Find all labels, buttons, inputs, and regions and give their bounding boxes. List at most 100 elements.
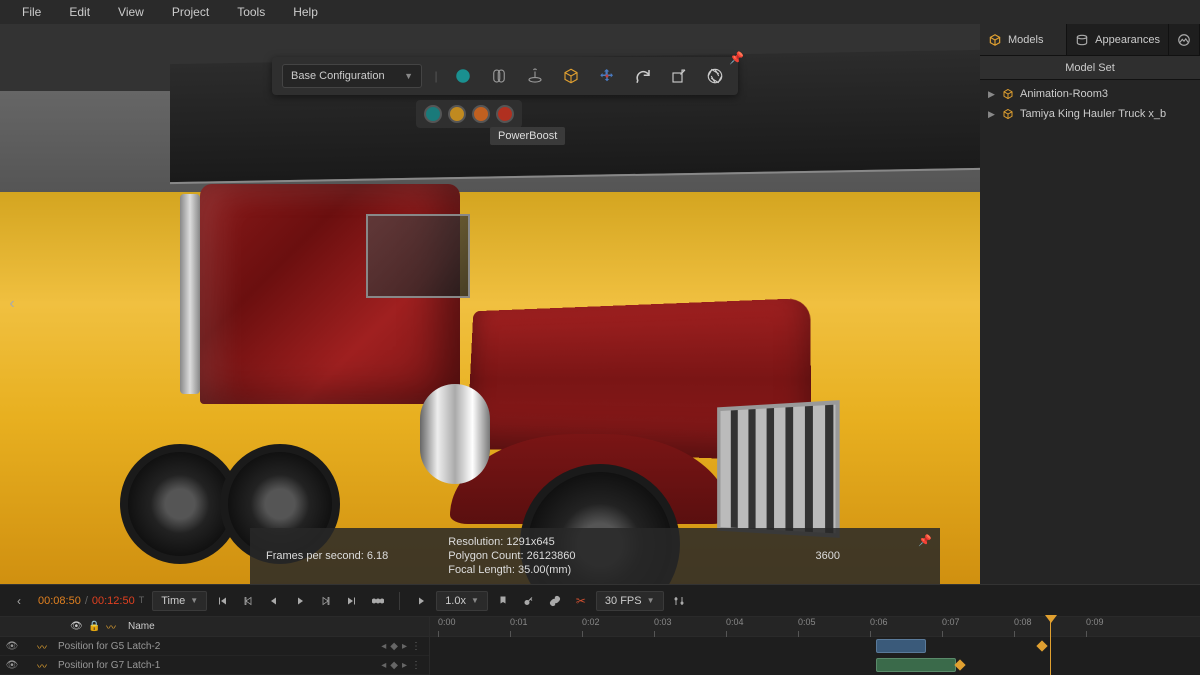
menu-edit[interactable]: Edit bbox=[55, 1, 104, 23]
menu-view[interactable]: View bbox=[104, 1, 158, 23]
track-curve-icon[interactable]: 〰 bbox=[106, 619, 120, 634]
export-tool-icon[interactable] bbox=[666, 63, 692, 89]
link-icon[interactable] bbox=[544, 590, 566, 612]
aperture-tool-icon[interactable] bbox=[702, 63, 728, 89]
prev-frame-icon[interactable] bbox=[237, 590, 259, 612]
stat-focal: Focal Length: 35.00(mm) bbox=[448, 564, 575, 576]
chevron-down-icon: ▼ bbox=[190, 596, 198, 605]
timeline-ruler[interactable]: 0:00 0:01 0:02 0:03 0:04 0:05 0:06 0:07 … bbox=[430, 617, 1200, 637]
track-label: Position for G5 Latch-2 bbox=[54, 641, 381, 652]
timeline-panel: ‹ 00:08:50 / 00:12:50 T Time ▼ 1.0x ▼ ✂ … bbox=[0, 584, 1200, 675]
step-back-icon[interactable] bbox=[263, 590, 285, 612]
brain-tool-icon[interactable] bbox=[486, 63, 512, 89]
tree-item-room[interactable]: ▶ Animation-Room3 bbox=[980, 84, 1200, 104]
menu-help[interactable]: Help bbox=[279, 1, 332, 23]
turntable-tool-icon[interactable] bbox=[522, 63, 548, 89]
cube-icon bbox=[1002, 108, 1014, 120]
keyframe-marker[interactable] bbox=[954, 659, 965, 670]
eye-icon[interactable]: 👁 bbox=[70, 621, 84, 632]
track-menu-icon[interactable]: ⋮ bbox=[411, 641, 421, 652]
config-label: Base Configuration bbox=[291, 70, 385, 82]
keyframe-marker[interactable] bbox=[1036, 640, 1047, 651]
tab-models[interactable]: Models bbox=[980, 24, 1067, 55]
menu-project[interactable]: Project bbox=[158, 1, 223, 23]
timeline-track[interactable]: 👁 〰 Position for G7 Latch-1 ◂ ◆ ▸ ⋮ bbox=[0, 656, 429, 675]
timeline-clip[interactable] bbox=[876, 658, 956, 672]
curve-icon: 〰 bbox=[36, 659, 48, 671]
stat-fps: Frames per second: 6.18 bbox=[266, 550, 388, 562]
stats-pin-icon[interactable]: 📌 bbox=[918, 534, 932, 547]
sphere-tool-icon[interactable] bbox=[450, 63, 476, 89]
chevron-down-icon: ▼ bbox=[647, 596, 655, 605]
cube-icon bbox=[1002, 88, 1014, 100]
timeline-graph[interactable]: 0:00 0:01 0:02 0:03 0:04 0:05 0:06 0:07 … bbox=[430, 617, 1200, 675]
track-label: Position for G7 Latch-1 bbox=[54, 660, 381, 671]
key-icon[interactable] bbox=[518, 590, 540, 612]
refresh-tool-icon[interactable] bbox=[630, 63, 656, 89]
keyframe-add-icon[interactable]: ◆ bbox=[390, 660, 398, 671]
viewport-3d[interactable]: ‹ Base Configuration ▼ | bbox=[0, 24, 980, 584]
speed-dropdown[interactable]: 1.0x ▼ bbox=[436, 591, 488, 611]
curve-icon: 〰 bbox=[36, 640, 48, 652]
tooltip: PowerBoost bbox=[490, 127, 565, 145]
eye-icon[interactable]: 👁 bbox=[6, 640, 18, 652]
color-swatch-1[interactable] bbox=[424, 105, 442, 123]
chevron-down-icon: ▼ bbox=[471, 596, 479, 605]
viewport-stats: Frames per second: 6.18 Resolution: 1291… bbox=[250, 528, 940, 584]
viewport-prev[interactable]: ‹ bbox=[2, 284, 22, 324]
fps-dropdown[interactable]: 30 FPS ▼ bbox=[596, 591, 664, 611]
timeline-prev-icon[interactable]: ‹ bbox=[8, 590, 30, 612]
playhead[interactable] bbox=[1050, 617, 1051, 675]
right-panel: Models Appearances Model Set ▶ Animation… bbox=[980, 24, 1200, 584]
timeline-track-list: 👁 🔒 〰 Name 👁 〰 Position for G5 Latch-2 ◂ ◆… bbox=[0, 617, 430, 675]
play-icon[interactable] bbox=[289, 590, 311, 612]
eye-icon[interactable]: 👁 bbox=[6, 659, 18, 671]
stat-polycount: Polygon Count: 26123860 bbox=[448, 550, 575, 562]
time-mode-dropdown[interactable]: Time ▼ bbox=[152, 591, 207, 611]
menu-bar: File Edit View Project Tools Help bbox=[0, 0, 1200, 24]
keyframe-add-icon[interactable]: ◆ bbox=[390, 641, 398, 652]
appearances-icon bbox=[1075, 33, 1089, 47]
lock-icon[interactable]: 🔒 bbox=[88, 621, 102, 632]
skip-start-icon[interactable] bbox=[211, 590, 233, 612]
timeline-track[interactable]: 👁 〰 Position for G5 Latch-2 ◂ ◆ ▸ ⋮ bbox=[0, 637, 429, 656]
keyframe-next-icon[interactable]: ▸ bbox=[402, 660, 407, 671]
tab-appearances[interactable]: Appearances bbox=[1067, 24, 1169, 55]
settings-icon[interactable] bbox=[668, 590, 690, 612]
config-dropdown[interactable]: Base Configuration ▼ bbox=[282, 64, 422, 88]
panel-header[interactable]: Model Set bbox=[980, 56, 1200, 80]
color-swatches bbox=[416, 100, 522, 128]
chevron-down-icon: ▼ bbox=[404, 71, 413, 81]
stat-resolution: Resolution: 1291x645 bbox=[448, 536, 575, 548]
playhead-handle[interactable] bbox=[1045, 615, 1057, 623]
pin-icon[interactable]: 📌 bbox=[729, 51, 744, 65]
cut-icon[interactable]: ✂ bbox=[570, 590, 592, 612]
step-forward-icon[interactable] bbox=[315, 590, 337, 612]
name-column-header: Name bbox=[128, 621, 155, 632]
keyframe-next-icon[interactable]: ▸ bbox=[402, 641, 407, 652]
model-tree: ▶ Animation-Room3 ▶ Tamiya King Hauler T… bbox=[980, 80, 1200, 128]
keyframe-prev-icon[interactable]: ◂ bbox=[381, 660, 386, 671]
timeline-clip[interactable] bbox=[876, 639, 926, 653]
menu-tools[interactable]: Tools bbox=[223, 1, 279, 23]
tab-environment[interactable] bbox=[1169, 24, 1200, 55]
track-menu-icon[interactable]: ⋮ bbox=[411, 660, 421, 671]
truck-model bbox=[80, 184, 840, 544]
color-swatch-4[interactable] bbox=[496, 105, 514, 123]
color-swatch-2[interactable] bbox=[448, 105, 466, 123]
play-realtime-icon[interactable] bbox=[410, 590, 432, 612]
loop-icon[interactable] bbox=[367, 590, 389, 612]
menu-file[interactable]: File bbox=[8, 1, 55, 23]
marker-icon[interactable] bbox=[492, 590, 514, 612]
expand-arrow-icon[interactable]: ▶ bbox=[988, 89, 996, 100]
tree-item-truck[interactable]: ▶ Tamiya King Hauler Truck x_b bbox=[980, 104, 1200, 124]
move-tool-icon[interactable] bbox=[594, 63, 620, 89]
cube-tool-icon[interactable] bbox=[558, 63, 584, 89]
expand-arrow-icon[interactable]: ▶ bbox=[988, 109, 996, 120]
skip-end-icon[interactable] bbox=[341, 590, 363, 612]
tree-item-label: Tamiya King Hauler Truck x_b bbox=[1020, 108, 1166, 120]
landscape-icon bbox=[1177, 33, 1191, 47]
color-swatch-3[interactable] bbox=[472, 105, 490, 123]
keyframe-prev-icon[interactable]: ◂ bbox=[381, 641, 386, 652]
timeline-timecode: 00:08:50 / 00:12:50 T bbox=[38, 595, 144, 607]
